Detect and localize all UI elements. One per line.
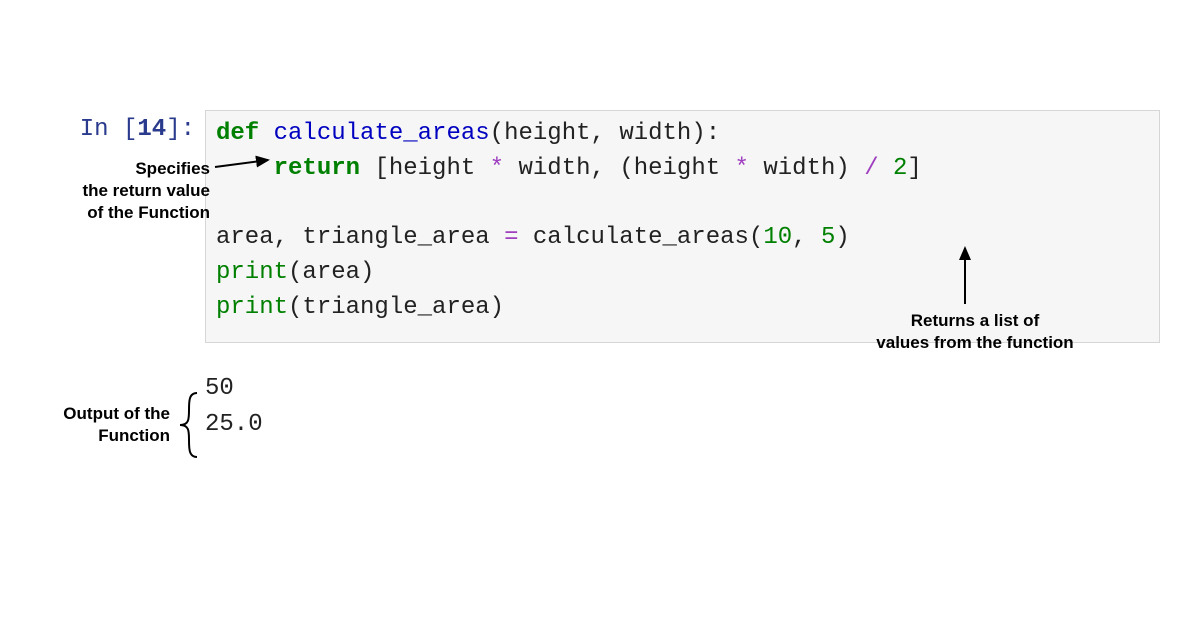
- annotation-return-spec: Specifies the return value of the Functi…: [60, 158, 210, 224]
- prompt-close: ]:: [166, 116, 195, 143]
- code-editor[interactable]: def calculate_areas(height, width): retu…: [205, 110, 1160, 343]
- input-row: In [14]: def calculate_areas(height, wid…: [40, 110, 1160, 343]
- output-block: 50 25.0: [40, 371, 1160, 443]
- output-line-1: 50: [205, 371, 1160, 407]
- prompt-open: [: [123, 116, 137, 143]
- prompt-in: In: [80, 116, 123, 143]
- annotation-list-return: Returns a list of values from the functi…: [850, 310, 1100, 354]
- input-prompt: In [14]:: [40, 110, 205, 143]
- fn-name: calculate_areas: [274, 120, 490, 147]
- annotation-output-label: Output of the Function: [50, 403, 170, 447]
- output-line-2: 25.0: [205, 407, 1160, 443]
- prompt-num: 14: [137, 116, 166, 143]
- kw-def: def: [216, 120, 259, 147]
- kw-return: return: [274, 155, 360, 182]
